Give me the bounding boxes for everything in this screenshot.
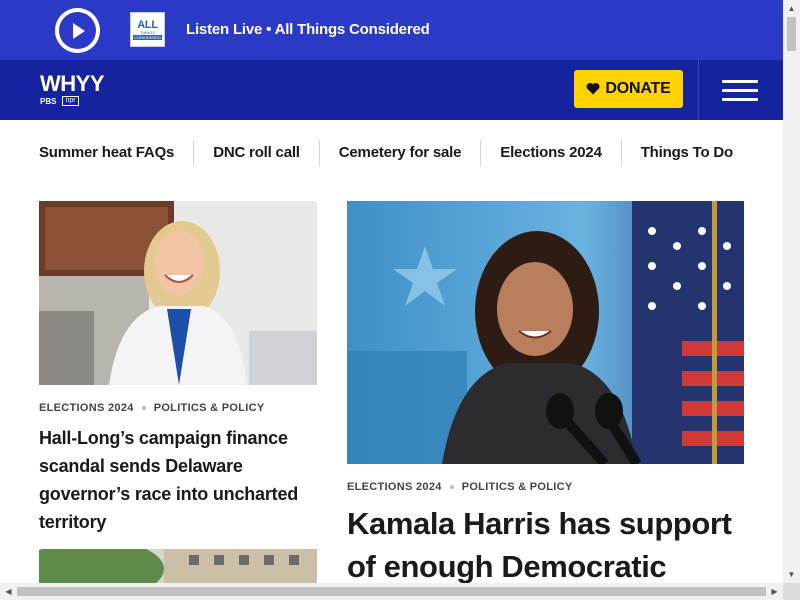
hamburger-menu-icon[interactable] (722, 80, 758, 102)
story-image-hall-long[interactable] (39, 201, 317, 385)
topic-link[interactable]: Summer heat FAQs (20, 140, 195, 166)
program-logo-line3: CONSIDERED (133, 34, 162, 40)
heart-icon (586, 82, 600, 97)
scroll-right-icon[interactable]: ▶ (766, 583, 783, 600)
program-logo[interactable]: ALL THINGS CONSIDERED (130, 12, 165, 47)
header-divider (698, 60, 699, 120)
tag-link[interactable]: POLITICS & POLICY (462, 481, 573, 493)
topic-link[interactable]: Elections 2024 (481, 140, 622, 166)
trending-topics-nav: Summer heat FAQs DNC roll call Cemetery … (20, 140, 752, 166)
scrollbar-thumb[interactable] (17, 587, 766, 596)
donate-button[interactable]: DONATE (574, 70, 683, 108)
listen-live-link[interactable]: Listen Live • All Things Considered (186, 21, 430, 38)
play-icon (59, 12, 96, 49)
pbs-logo: PBS (40, 96, 57, 106)
story-tags: ELECTIONS 2024 POLITICS & POLICY (39, 402, 265, 414)
listen-live-bar: ALL THINGS CONSIDERED Listen Live • All … (0, 0, 783, 60)
story-image-harris[interactable] (347, 201, 744, 464)
tag-link[interactable]: ELECTIONS 2024 (39, 402, 134, 414)
donate-label: DONATE (605, 80, 671, 97)
scroll-down-icon[interactable]: ▼ (783, 566, 800, 583)
logo-wordmark: WHYY (40, 71, 105, 96)
story-headline[interactable]: Kamala Harris has support of enough Demo… (347, 502, 747, 588)
program-logo-line1: ALL (137, 18, 158, 31)
scrollbar-thumb[interactable] (787, 17, 796, 51)
story-image-next[interactable] (39, 549, 317, 584)
whyy-logo[interactable]: WHYY PBS npr (40, 71, 105, 106)
topic-link[interactable]: Things To Do (622, 140, 752, 166)
tag-separator (449, 485, 454, 489)
topic-link[interactable]: DNC roll call (194, 140, 320, 166)
scroll-up-icon[interactable]: ▲ (783, 0, 800, 17)
site-header: WHYY PBS npr DONATE (0, 60, 783, 120)
npr-logo: npr (62, 96, 79, 106)
story-headline[interactable]: Hall-Long’s campaign finance scandal sen… (39, 424, 309, 536)
play-button[interactable] (55, 8, 100, 53)
tag-link[interactable]: POLITICS & POLICY (154, 402, 265, 414)
topic-link[interactable]: Cemetery for sale (320, 140, 482, 166)
vertical-scrollbar[interactable]: ▲ ▼ (783, 0, 800, 583)
story-tags: ELECTIONS 2024 POLITICS & POLICY (347, 481, 573, 493)
scroll-left-icon[interactable]: ◀ (0, 583, 17, 600)
tag-link[interactable]: ELECTIONS 2024 (347, 481, 442, 493)
scrollbar-corner (783, 583, 800, 600)
tag-separator (141, 406, 146, 410)
horizontal-scrollbar[interactable]: ◀ ▶ (0, 583, 783, 600)
